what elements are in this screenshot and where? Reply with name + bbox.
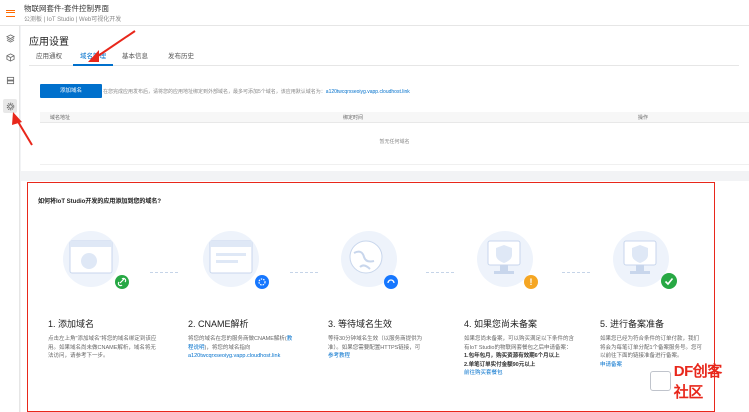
layers-icon[interactable] [3,31,17,45]
step-arrow [562,272,590,273]
sidebar [0,26,20,412]
step3-tutorial-link[interactable]: 参考教程 [328,352,432,361]
step3-title: 3. 等待域名生效 [328,319,393,329]
main-content: 应用设置 应用通权 域名管理 基本信息 发布历史 添加域名 在您完成应用发布后，… [21,26,749,412]
column-actions: 操作 [638,115,649,121]
domain-table-header: 域名地址 绑定时间 操作 [40,112,749,123]
domain-guide-card: 如何将IoT Studio开发的应用添加到您的域名? 1. 添加域名 点击左上角… [27,182,715,412]
top-bar: 物联网套件-套件控制界面 公测板 | IoT Studio | Web可视化开发 [0,0,749,26]
loading-badge-icon [384,275,398,289]
step4-condition-1: 1.包年包月，购买资源有效期6个月以上 [464,353,560,359]
gear-badge-icon [255,275,269,289]
step5-title: 5. 进行备案准备 [600,319,665,329]
step-arrow [150,272,178,273]
guide-title: 如何将IoT Studio开发的应用添加到您的域名? [38,199,161,205]
default-domain-link[interactable]: a120twcqrxseoiyg.vapp.cloudhost.link [326,89,410,95]
step3-desc: 等待30分钟域名生效（以服务商提供为准）。如果您需要配置HTTPS链接，可 参考… [328,335,432,361]
step-arrow [426,272,454,273]
warning-badge-icon: ! [524,275,538,289]
community-watermark: DF创客社区 [650,363,734,401]
app-title: 物联网套件-套件控制界面 [24,4,109,13]
cube-icon[interactable] [3,50,17,64]
step-arrow [290,272,318,273]
add-domain-button[interactable]: 添加域名 [40,84,102,98]
watermark-logo-icon [650,371,671,391]
domain-hint-text: 在您完成应用发布后，请将您的应用地址绑定到外部域名，最多可添加5个域名，该应用默… [103,89,326,95]
step1-title: 1. 添加域名 [48,319,95,329]
step2-title: 2. CNAME解析 [188,319,249,329]
hamburger-menu-icon[interactable] [0,0,20,26]
step2-desc: 将您的域名在您的服务商做CNAME解析(教程说明)，将您的域名指向 a120tw… [188,335,296,361]
column-bind-time: 绑定时间 [343,115,364,121]
step4-title: 4. 如果您尚未备案 [464,319,538,329]
step2-desc-text: 将您的域名在您的服务商做CNAME解析( [188,336,287,342]
section-divider [21,171,749,181]
page-title: 应用设置 [29,37,69,48]
check-badge-icon [661,273,677,289]
column-domain-address: 域名地址 [50,115,71,121]
tab-app-auth[interactable]: 应用通权 [29,51,69,66]
guide-steps: 1. 添加域名 点击左上角"添加域名"将您的域名绑定到该应用。如果域名尚未做CN… [34,219,710,411]
tab-basic-info[interactable]: 基本信息 [115,51,155,66]
step1-desc: 点击左上角"添加域名"将您的域名绑定到该应用。如果域名尚未做CNAME解析，域名… [48,336,157,359]
tab-publish-history[interactable]: 发布历史 [161,51,201,66]
step4-purchase-link[interactable]: 前往购买套餐包 [464,369,574,378]
watermark-text: DF创客社区 [673,363,723,401]
app-breadcrumb: 公测板 | IoT Studio | Web可视化开发 [24,17,122,23]
step4-condition-2: 2.单笔订单实付金额90元以上 [464,361,536,368]
tab-domain-management[interactable]: 域名管理 [73,51,113,66]
step2-domain-link[interactable]: a120twcqrxseoiyg.vapp.cloudhost.link [188,352,296,361]
step3-desc-text: 等待30分钟域名生效（以服务商提供为准）。如果您需要配置HTTPS链接，可 [328,336,423,351]
domain-table-empty: 暂无任何域名 [40,123,749,165]
step2-desc-after: )，将您的域名指向 [204,344,251,351]
server-icon[interactable] [3,73,17,87]
step5-desc-text: 如果您已经为符合条件的订单付款，我们将会为每笔订单分配1个备案服务号。您可以前往… [600,336,703,359]
app-root: 物联网套件-套件控制界面 公测板 | IoT Studio | Web可视化开发… [0,0,749,412]
step4-desc-text: 如果您尚未备案，可以购买满足以下条件的含有IoT Studio的物联网套餐包之后… [464,336,575,351]
link-badge-icon [115,275,129,289]
domain-hint: 在您完成应用发布后，请将您的应用地址绑定到外部域名，最多可添加5个域名，该应用默… [103,88,410,95]
gear-icon[interactable] [3,99,17,113]
step4-desc: 如果您尚未备案，可以购买满足以下条件的含有IoT Studio的物联网套餐包之后… [464,335,574,378]
tab-bar: 应用通权 域名管理 基本信息 发布历史 [29,51,739,66]
